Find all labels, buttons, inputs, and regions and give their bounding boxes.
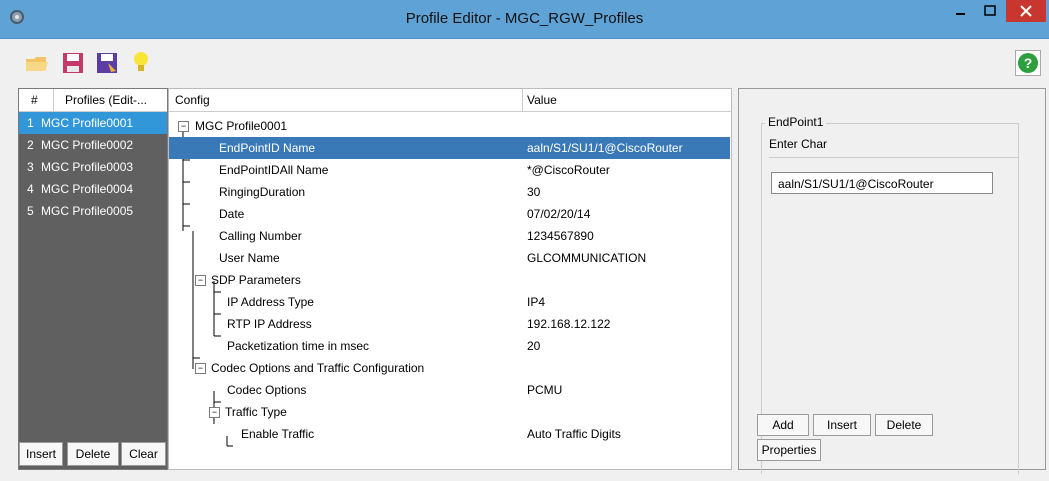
config-value: 1234567890 <box>527 229 594 243</box>
tree-node-label: MGC Profile0001 <box>195 119 288 133</box>
config-name: Date <box>219 207 245 221</box>
delete-profile-button[interactable]: Delete <box>67 442 119 466</box>
config-name: Codec Options <box>227 383 307 397</box>
maximize-button[interactable] <box>976 0 1006 22</box>
config-name: EndPointIDAll Name <box>219 163 329 177</box>
collapse-icon[interactable]: − <box>195 275 206 286</box>
window-bottom-edge <box>0 474 1049 481</box>
config-name: IP Address Type <box>227 295 314 309</box>
tree-row-enable-traffic[interactable]: Enable Traffic Auto Traffic Digits <box>169 423 731 445</box>
window-title: Profile Editor - MGC_RGW_Profiles <box>405 10 644 27</box>
help-button[interactable]: ? <box>1015 50 1041 76</box>
save-as-icon[interactable] <box>94 50 120 76</box>
insert-profile-button[interactable]: Insert <box>19 442 63 466</box>
profile-name: MGC Profile0002 <box>41 138 134 152</box>
column-profiles[interactable]: Profiles (Edit-... <box>65 93 147 107</box>
tree-row-codec-options-value[interactable]: Codec Options PCMU <box>169 379 731 401</box>
column-config[interactable]: Config <box>175 89 210 111</box>
idea-bulb-icon[interactable] <box>128 50 154 76</box>
minimize-button[interactable] <box>946 0 976 22</box>
config-name: RingingDuration <box>219 185 306 199</box>
delete-button[interactable]: Delete <box>875 414 933 436</box>
profile-number: 1 <box>27 116 34 130</box>
config-name: Enable Traffic <box>241 427 315 441</box>
profiles-list: # Profiles (Edit-... 1 MGC Profile0001 2… <box>18 88 168 470</box>
config-value: 07/02/20/14 <box>527 207 591 221</box>
tree-row-packetization-time[interactable]: Packetization time in msec 20 <box>169 335 731 357</box>
tree-row-endpointid-name[interactable]: EndPointID Name aaln/S1/SU1/1@CiscoRoute… <box>169 137 731 159</box>
profile-item-5[interactable]: 5 MGC Profile0005 <box>19 200 167 222</box>
profile-item-1[interactable]: 1 MGC Profile0001 <box>19 112 167 134</box>
column-separator <box>53 89 54 111</box>
profile-name: MGC Profile0004 <box>41 182 134 196</box>
config-value: 20 <box>527 339 541 353</box>
help-icon: ? <box>1018 53 1038 73</box>
profile-number: 5 <box>27 204 34 218</box>
open-folder-icon[interactable] <box>24 50 50 76</box>
close-button[interactable] <box>1006 0 1046 22</box>
svg-text:?: ? <box>1024 55 1033 71</box>
collapse-icon[interactable]: − <box>209 407 220 418</box>
tree-row-rtp-ip-address[interactable]: RTP IP Address 192.168.12.122 <box>169 313 731 335</box>
tree-node-root[interactable]: − MGC Profile0001 <box>169 115 731 137</box>
config-name: Packetization time in msec <box>227 339 370 353</box>
profile-item-2[interactable]: 2 MGC Profile0002 <box>19 134 167 156</box>
config-value: aaln/S1/SU1/1@CiscoRouter <box>527 141 683 155</box>
profile-name: MGC Profile0001 <box>41 116 134 130</box>
tree-node-label: Codec Options and Traffic Configuration <box>211 361 425 375</box>
tree-row-calling-number[interactable]: Calling Number 1234567890 <box>169 225 731 247</box>
properties-button[interactable]: Properties <box>757 439 821 461</box>
config-value: 30 <box>527 185 541 199</box>
maximize-icon <box>984 5 996 16</box>
column-value[interactable]: Value <box>527 89 557 111</box>
tree-node-label: SDP Parameters <box>211 273 301 287</box>
profile-number: 4 <box>27 182 34 196</box>
clear-profiles-button[interactable]: Clear <box>121 442 166 466</box>
profile-item-4[interactable]: 4 MGC Profile0004 <box>19 178 167 200</box>
column-separator <box>522 89 523 111</box>
profile-name: MGC Profile0003 <box>41 160 134 174</box>
tree-row-date[interactable]: Date 07/02/20/14 <box>169 203 731 225</box>
tree-row-user-name[interactable]: User Name GLCOMMUNICATION <box>169 247 731 269</box>
config-name: RTP IP Address <box>227 317 312 331</box>
group-title: EndPoint1 <box>765 115 827 129</box>
config-value: *@CiscoRouter <box>527 163 610 177</box>
tree-node-traffic-type[interactable]: − Traffic Type <box>169 401 731 423</box>
tree-node-label: Traffic Type <box>225 405 287 419</box>
column-number: # <box>31 93 38 107</box>
collapse-icon[interactable]: − <box>195 363 206 374</box>
config-value: 192.168.12.122 <box>527 317 611 331</box>
title-bar: Profile Editor - MGC_RGW_Profiles <box>0 0 1049 39</box>
minimize-icon <box>956 13 965 15</box>
save-icon[interactable] <box>60 50 86 76</box>
tree-node-sdp-parameters[interactable]: − SDP Parameters <box>169 269 731 291</box>
tree-row-endpointidall-name[interactable]: EndPointIDAll Name *@CiscoRouter <box>169 159 731 181</box>
value-input[interactable]: aaln/S1/SU1/1@CiscoRouter <box>771 172 993 194</box>
profiles-list-header: # Profiles (Edit-... <box>19 89 167 112</box>
collapse-icon[interactable]: − <box>178 121 189 132</box>
config-value: PCMU <box>527 383 563 397</box>
config-value: Auto Traffic Digits <box>527 427 621 441</box>
tree-row-ringing-duration[interactable]: RingingDuration 30 <box>169 181 731 203</box>
profile-name: MGC Profile0005 <box>41 204 134 218</box>
add-button[interactable]: Add <box>757 414 809 436</box>
config-value: GLCOMMUNICATION <box>527 251 647 265</box>
config-value: IP4 <box>527 295 546 309</box>
config-name: User Name <box>219 251 280 265</box>
profile-number: 3 <box>27 160 34 174</box>
close-icon <box>1020 5 1032 17</box>
tree-row-ip-address-type[interactable]: IP Address Type IP4 <box>169 291 731 313</box>
toolbar: ? <box>10 42 1045 82</box>
profile-item-3[interactable]: 3 MGC Profile0003 <box>19 156 167 178</box>
hint-text: Enter Char <box>769 137 828 151</box>
config-tree: Config Value − MGC Profile0001 EndPointI… <box>168 88 732 470</box>
config-name: EndPointID Name <box>219 141 316 155</box>
tree-node-codec-options[interactable]: − Codec Options and Traffic Configuratio… <box>169 357 731 379</box>
config-tree-header: Config Value <box>169 89 731 112</box>
value-editor-panel: EndPoint1 Enter Char aaln/S1/SU1/1@Cisco… <box>738 88 1046 475</box>
hint-label: Enter Char <box>769 137 1019 158</box>
config-name: Calling Number <box>219 229 302 243</box>
profile-number: 2 <box>27 138 34 152</box>
insert-button[interactable]: Insert <box>813 414 871 436</box>
